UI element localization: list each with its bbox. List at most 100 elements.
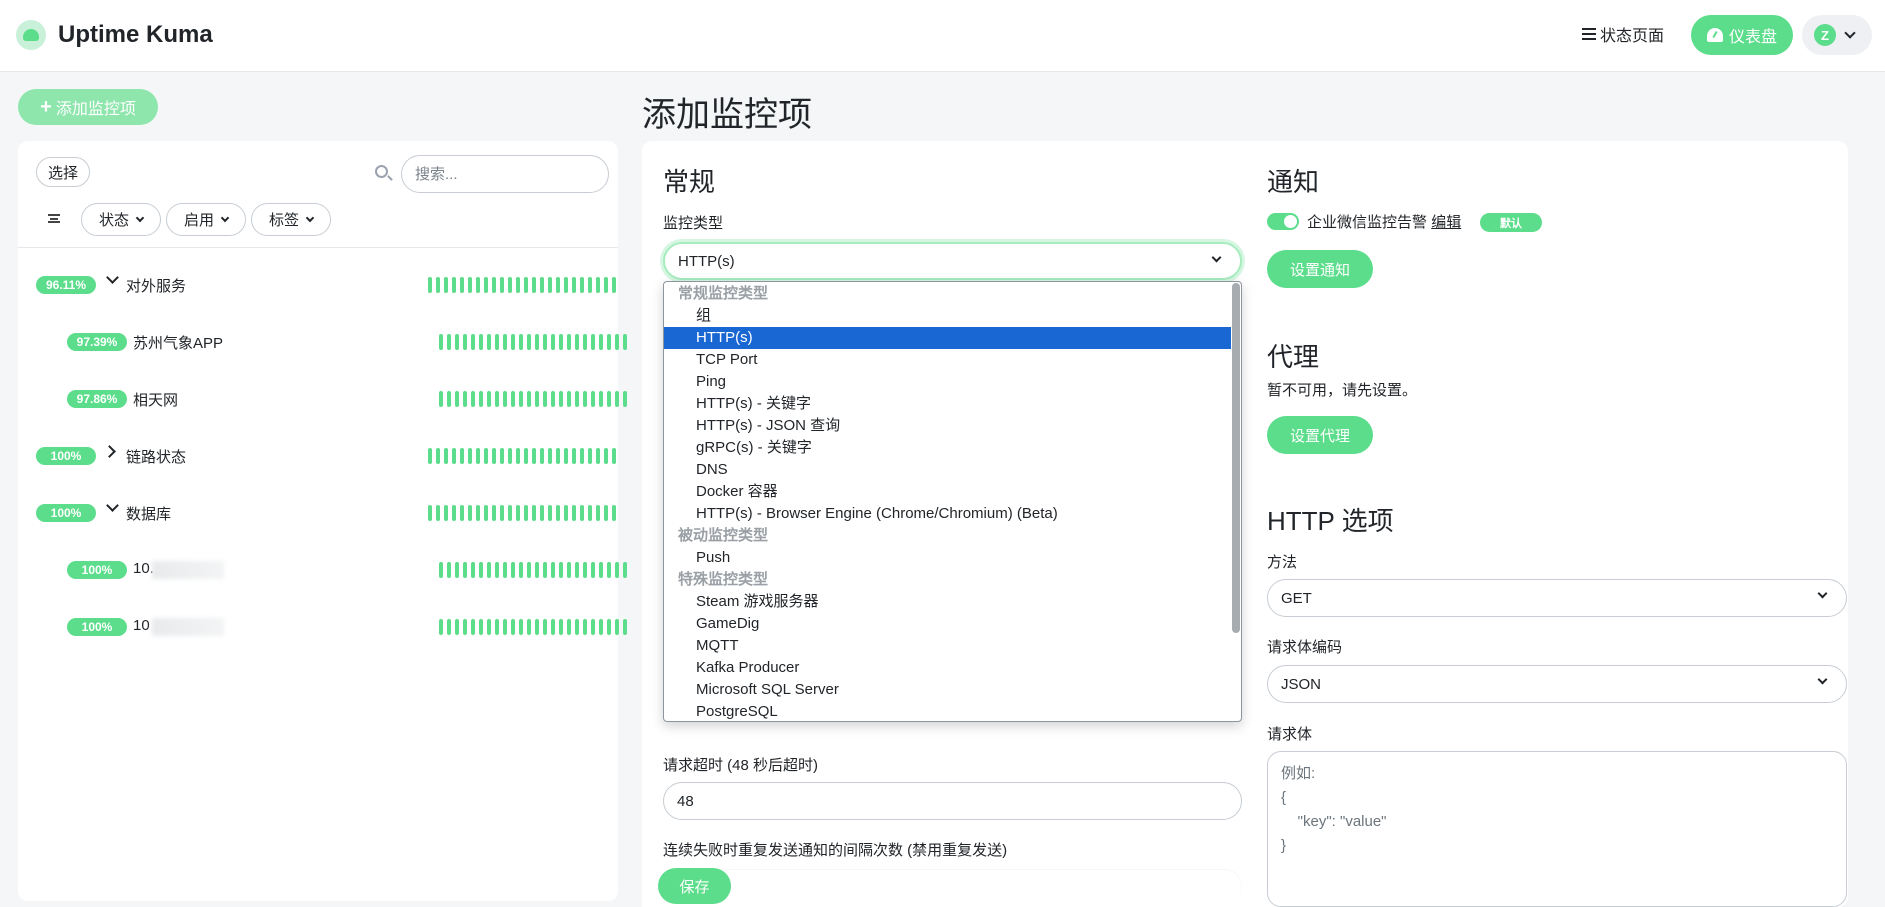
monitor-type-select[interactable]: HTTP(s): [663, 242, 1242, 280]
dropdown-option[interactable]: 组: [664, 305, 1231, 327]
notification-edit-link[interactable]: 编辑: [1431, 214, 1461, 231]
heartbeat-tick: [607, 619, 611, 635]
monitor-group-row[interactable]: 100% 链路状态: [18, 436, 618, 476]
dropdown-option[interactable]: GameDig: [664, 613, 1231, 635]
heartbeat-tick: [447, 562, 451, 578]
body-textarea[interactable]: 例如: { "key": "value" }: [1267, 751, 1847, 907]
monitor-name: 对外服务: [126, 278, 187, 295]
dropdown-option[interactable]: Kafka Producer: [664, 657, 1231, 679]
heartbeat-tick: [447, 619, 451, 635]
monitor-row[interactable]: 100% 10: [18, 607, 627, 647]
monitor-row[interactable]: 100% 10.: [18, 550, 627, 590]
timeout-input[interactable]: 48: [663, 782, 1242, 820]
heartbeat-tick: [484, 448, 488, 464]
method-select[interactable]: GET: [1267, 579, 1847, 617]
dropdown-option[interactable]: Ping: [664, 371, 1231, 393]
heartbeat-tick: [447, 334, 451, 350]
dropdown-option[interactable]: PostgreSQL: [664, 701, 1231, 721]
heartbeat-tick: [604, 505, 608, 521]
dropdown-option[interactable]: HTTP(s) - Browser Engine (Chrome/Chromiu…: [664, 503, 1231, 525]
heartbeat-tick: [575, 562, 579, 578]
heartbeat-tick: [623, 391, 627, 407]
app-title[interactable]: Uptime Kuma: [58, 21, 213, 49]
method-label: 方法: [1267, 554, 1298, 571]
heartbeat-tick: [551, 391, 555, 407]
monitor-row[interactable]: 97.39% 苏州气象APP: [18, 322, 627, 362]
heartbeat-tick: [540, 448, 544, 464]
monitor-row[interactable]: 97.86% 相天网: [18, 379, 627, 419]
heartbeat-tick: [532, 277, 536, 293]
heartbeat-tick: [575, 391, 579, 407]
status-page-label: 状态页面: [1600, 28, 1665, 45]
dropdown-option[interactable]: DNS: [664, 459, 1231, 481]
heartbeat-tick: [471, 619, 475, 635]
uptime-badge: 97.39%: [67, 333, 127, 351]
heartbeat-tick: [468, 448, 472, 464]
chevron-down-icon[interactable]: [106, 271, 119, 284]
dropdown-option[interactable]: Microsoft SQL Server: [664, 679, 1231, 701]
heartbeat-tick: [444, 277, 448, 293]
dropdown-option[interactable]: HTTP(s) - 关键字: [664, 393, 1231, 415]
setup-proxy-button[interactable]: 设置代理: [1267, 416, 1373, 454]
heartbeat-tick: [524, 277, 528, 293]
heartbeat-tick: [580, 277, 584, 293]
heartbeat-tick: [615, 619, 619, 635]
dropdown-option[interactable]: Steam 游戏服务器: [664, 591, 1231, 613]
heartbeat-tick: [439, 391, 443, 407]
dropdown-option[interactable]: TCP Port: [664, 349, 1231, 371]
filter-active[interactable]: 启用: [166, 203, 246, 236]
filter-tags[interactable]: 标签: [251, 203, 331, 236]
body-encoding-select[interactable]: JSON: [1267, 665, 1847, 703]
heartbeat-tick: [479, 334, 483, 350]
general-section-title: 常规: [663, 167, 716, 197]
heartbeat-tick: [591, 334, 595, 350]
chevron-down-icon: [1844, 27, 1856, 39]
monitor-group-row[interactable]: 96.11% 对外服务: [18, 265, 618, 305]
dropdown-option[interactable]: HTTP(s) - JSON 查询: [664, 415, 1231, 437]
heartbeat-tick: [503, 334, 507, 350]
dropdown-option[interactable]: MQTT: [664, 635, 1231, 657]
monitor-type-dropdown-list[interactable]: 常规监控类型组 HTTP(s) TCP Port Ping HTTP(s) - 关键字 H…: [663, 281, 1242, 722]
monitor-group-row[interactable]: 100% 数据库: [18, 493, 618, 533]
chevron-right-icon[interactable]: [103, 445, 116, 458]
dropdown-scrollbar[interactable]: [1232, 283, 1240, 633]
filter-status[interactable]: 状态: [81, 203, 161, 236]
heartbeat-tick: [535, 562, 539, 578]
divider: [18, 247, 618, 248]
dropdown-option[interactable]: HTTP(s): [664, 327, 1231, 349]
save-button[interactable]: 保存: [658, 868, 731, 904]
heartbeat-tick: [495, 334, 499, 350]
heartbeat-tick: [495, 391, 499, 407]
dropdown-option[interactable]: Docker 容器: [664, 481, 1231, 503]
select-button[interactable]: 选择: [36, 157, 90, 187]
heartbeat-tick: [604, 277, 608, 293]
heartbeat-tick: [447, 391, 451, 407]
profile-menu[interactable]: Z: [1802, 15, 1872, 55]
heartbeat-bar: [428, 277, 616, 293]
search-input[interactable]: [401, 155, 609, 193]
dropdown-option[interactable]: gRPC(s) - 关键字: [664, 437, 1231, 459]
dashboard-button[interactable]: 仪表盘: [1691, 15, 1793, 55]
chevron-down-icon[interactable]: [106, 499, 119, 512]
filter-icon[interactable]: [48, 214, 60, 223]
monitor-name: 相天网: [133, 392, 179, 409]
heartbeat-tick: [511, 562, 515, 578]
heartbeat-tick: [567, 334, 571, 350]
heartbeat-tick: [575, 619, 579, 635]
status-page-link[interactable]: 状态页面: [1582, 22, 1664, 46]
timeout-label: 请求超时 (48 秒后超时): [663, 757, 819, 774]
heartbeat-tick: [583, 391, 587, 407]
notification-toggle[interactable]: [1267, 213, 1299, 230]
heartbeat-tick: [543, 562, 547, 578]
heartbeat-tick: [615, 562, 619, 578]
dropdown-option[interactable]: Push: [664, 547, 1231, 569]
heartbeat-tick: [519, 334, 523, 350]
heartbeat-tick: [583, 562, 587, 578]
setup-notification-button[interactable]: 设置通知: [1267, 250, 1373, 288]
uptime-kuma-logo-icon[interactable]: [16, 20, 46, 50]
heartbeat-tick: [548, 277, 552, 293]
heartbeat-tick: [615, 334, 619, 350]
heartbeat-tick: [492, 277, 496, 293]
add-monitor-button[interactable]: + 添加监控项: [18, 89, 158, 125]
heartbeat-tick: [511, 619, 515, 635]
